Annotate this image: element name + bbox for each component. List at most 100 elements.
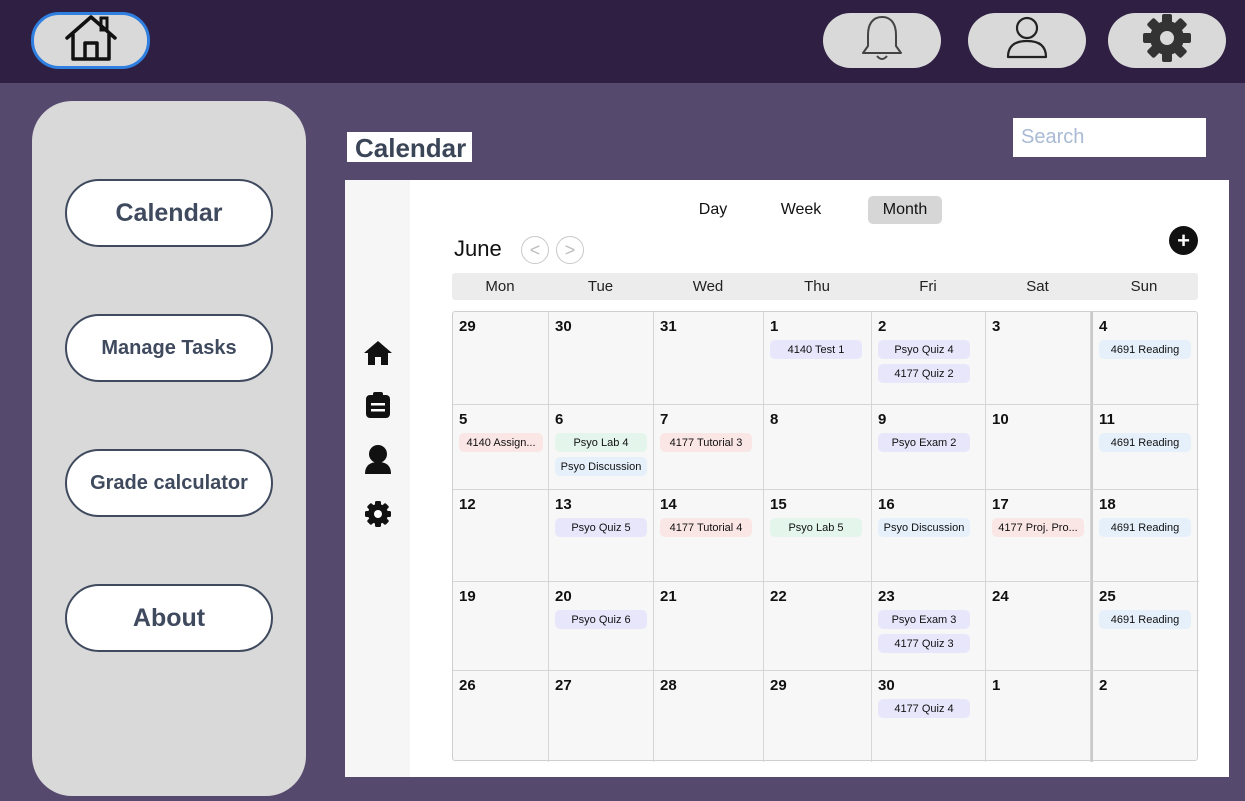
event-chip[interactable]: 4691 Reading	[1099, 518, 1191, 537]
day-cell[interactable]: 1 4140 Test 1	[764, 312, 872, 405]
next-month-button[interactable]: >	[556, 236, 584, 264]
event-chip[interactable]: 4140 Assign...	[459, 433, 543, 452]
day-number: 3	[992, 318, 1001, 335]
day-number: 18	[1099, 496, 1116, 513]
day-cell[interactable]: 12	[453, 490, 549, 582]
clipboard-icon[interactable]	[363, 390, 393, 420]
day-number: 4	[1099, 318, 1108, 335]
day-cell[interactable]: 8	[764, 405, 872, 490]
day-cell[interactable]: 14 4177 Tutorial 4	[654, 490, 764, 582]
day-cell[interactable]: 27	[549, 671, 654, 762]
profile-button[interactable]	[968, 13, 1086, 68]
event-chip[interactable]: Psyo Exam 2	[878, 433, 970, 452]
event-chip[interactable]: 4691 Reading	[1099, 340, 1191, 359]
tab-week[interactable]: Week	[773, 196, 829, 224]
person-icon[interactable]	[363, 444, 393, 474]
day-cell[interactable]: 13 Psyo Quiz 5	[549, 490, 654, 582]
tab-month[interactable]: Month	[868, 196, 942, 224]
bell-icon	[857, 13, 907, 68]
day-cell[interactable]: 20 Psyo Quiz 6	[549, 582, 654, 671]
day-number: 30	[555, 318, 572, 335]
day-cell[interactable]: 11 4691 Reading	[1091, 405, 1199, 490]
day-cell[interactable]: 31	[654, 312, 764, 405]
day-cell[interactable]: 28	[654, 671, 764, 762]
home-icon[interactable]	[363, 338, 393, 368]
sidebar-item-label: About	[132, 603, 206, 632]
day-number: 22	[770, 588, 787, 605]
event-chip[interactable]: Psyo Lab 5	[770, 518, 862, 537]
day-cell[interactable]: 23 Psyo Exam 3 4177 Quiz 3	[872, 582, 986, 671]
event-chip[interactable]: 4177 Quiz 3	[878, 634, 970, 653]
day-cell[interactable]: 17 4177 Proj. Pro...	[986, 490, 1091, 582]
event-chip[interactable]: Psyo Quiz 5	[555, 518, 647, 537]
day-cell[interactable]: 21	[654, 582, 764, 671]
event-chip[interactable]: 4177 Quiz 4	[878, 699, 970, 718]
gear-icon[interactable]	[363, 499, 393, 529]
day-cell[interactable]: 16 Psyo Discussion	[872, 490, 986, 582]
day-cell[interactable]: 24	[986, 582, 1091, 671]
event-chip[interactable]: Psyo Discussion	[555, 457, 647, 476]
day-cell[interactable]: 3	[986, 312, 1091, 405]
day-number: 5	[459, 411, 468, 428]
day-cell[interactable]: 18 4691 Reading	[1091, 490, 1199, 582]
day-cell[interactable]: 19	[453, 582, 549, 671]
day-cell[interactable]: 2 Psyo Quiz 4 4177 Quiz 2	[872, 312, 986, 405]
sidebar-item-grade-calculator[interactable]: Grade calculator	[65, 449, 273, 517]
day-number: 2	[1099, 677, 1108, 694]
day-cell[interactable]: 2	[1091, 671, 1199, 762]
gear-icon	[1141, 12, 1193, 69]
add-event-button[interactable]: +	[1169, 226, 1198, 255]
sidebar-item-calendar[interactable]: Calendar	[65, 179, 273, 247]
event-chip[interactable]: 4140 Test 1	[770, 340, 862, 359]
day-cell[interactable]: 22	[764, 582, 872, 671]
day-cell[interactable]: 30 4177 Quiz 4	[872, 671, 986, 762]
day-cell[interactable]: 7 4177 Tutorial 3	[654, 405, 764, 490]
day-cell[interactable]: 1	[986, 671, 1091, 762]
day-cell[interactable]: 10	[986, 405, 1091, 490]
day-cell[interactable]: 25 4691 Reading	[1091, 582, 1199, 671]
day-cell[interactable]: 15 Psyo Lab 5	[764, 490, 872, 582]
weekday-label: Thu	[804, 278, 830, 295]
day-number: 7	[660, 411, 669, 428]
day-number: 19	[459, 588, 476, 605]
day-cell[interactable]: 30	[549, 312, 654, 405]
sidebar-item-label: Manage Tasks	[101, 336, 237, 359]
sidebar-item-manage-tasks[interactable]: Manage Tasks	[65, 314, 273, 382]
day-number: 16	[878, 496, 895, 513]
event-chip[interactable]: Psyo Exam 3	[878, 610, 970, 629]
event-chip[interactable]: Psyo Quiz 6	[555, 610, 647, 629]
event-chip[interactable]: 4177 Quiz 2	[878, 364, 970, 383]
sidebar-item-about[interactable]: About	[65, 584, 273, 652]
weekday-label: Mon	[485, 278, 515, 295]
event-chip[interactable]: 4177 Tutorial 3	[660, 433, 752, 452]
day-cell[interactable]: 4 4691 Reading	[1091, 312, 1199, 405]
search-input[interactable]	[1013, 118, 1206, 157]
home-button[interactable]	[31, 12, 150, 69]
event-chip[interactable]: Psyo Discussion	[878, 518, 970, 537]
event-chip[interactable]: Psyo Quiz 4	[878, 340, 970, 359]
day-cell[interactable]: 5 4140 Assign...	[453, 405, 549, 490]
notifications-button[interactable]	[823, 13, 941, 68]
day-cell[interactable]: 9 Psyo Exam 2	[872, 405, 986, 490]
event-chip[interactable]: 4177 Tutorial 4	[660, 518, 752, 537]
tab-day[interactable]: Day	[691, 196, 735, 224]
month-grid: 29 30 31 1 4140 Test 1 2 Psyo Quiz 4 4177 Quiz …	[452, 311, 1199, 762]
user-icon	[1002, 13, 1052, 68]
prev-month-button[interactable]: <	[521, 236, 549, 264]
day-number: 2	[878, 318, 887, 335]
settings-button[interactable]	[1108, 13, 1226, 68]
day-cell[interactable]: 6 Psyo Lab 4 Psyo Discussion	[549, 405, 654, 490]
day-number: 29	[770, 677, 787, 694]
day-cell[interactable]: 29	[453, 312, 549, 405]
event-chip[interactable]: 4691 Reading	[1099, 433, 1191, 452]
day-number: 11	[1099, 411, 1115, 428]
sidebar-item-label: Calendar	[115, 198, 223, 227]
day-number: 29	[459, 318, 476, 335]
event-chip[interactable]: 4177 Proj. Pro...	[992, 518, 1084, 537]
day-number: 31	[660, 318, 677, 335]
day-cell[interactable]: 26	[453, 671, 549, 762]
event-chip[interactable]: Psyo Lab 4	[555, 433, 647, 452]
event-chip[interactable]: 4691 Reading	[1099, 610, 1191, 629]
day-cell[interactable]: 29	[764, 671, 872, 762]
day-number: 28	[660, 677, 677, 694]
